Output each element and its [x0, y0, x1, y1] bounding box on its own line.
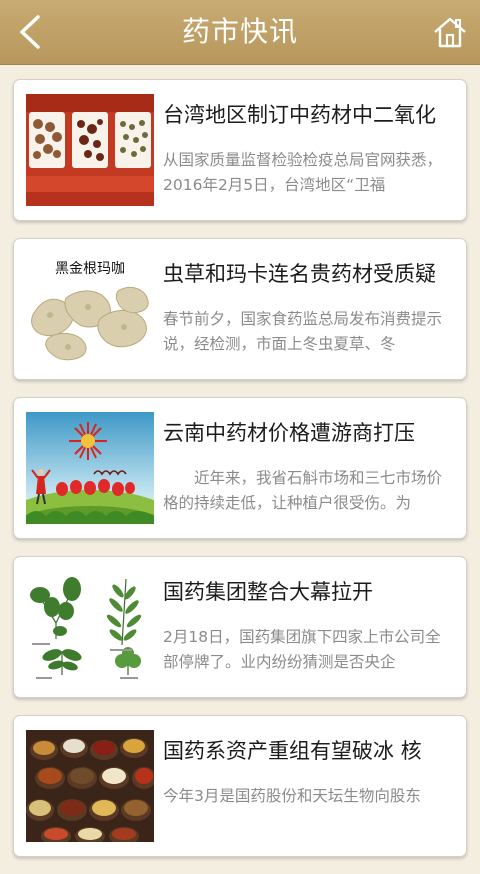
news-title: 台湾地区制订中药材中二氧化 — [163, 103, 436, 127]
header-bar: 药市快讯 — [0, 0, 480, 65]
news-title: 虫草和玛卡连名贵药材受质疑 — [163, 262, 436, 286]
news-item[interactable]: 黑金根玛咖 虫草和玛卡连名贵药材受质疑 春节前夕，国家食药监总局发布消费提示说，… — [13, 238, 467, 380]
news-description: 春节前夕，国家食药监总局发布消费提示说，经检测，市面上冬虫夏草、冬 — [163, 310, 443, 353]
news-description: 今年3月是国药股份和天坛生物向股东 — [163, 787, 421, 805]
home-icon[interactable] — [432, 14, 468, 50]
news-title: 云南中药材价格遭游商打压 — [163, 421, 415, 445]
news-list: 台湾地区制订中药材中二氧化 从国家质量监督检验检疫总局官网获悉，2016年2月5… — [13, 79, 467, 874]
news-item[interactable]: 国药集团整合大幕拉开 2月18日，国药集团旗下四家上市公司全部停牌了。业内纷纷猜… — [13, 556, 467, 698]
black-maca-photo: 黑金根玛咖 — [26, 253, 154, 365]
news-description: 从国家质量监督检验检疫总局官网获悉，2016年2月5日，台湾地区“卫福 — [163, 151, 443, 194]
news-item[interactable]: 国药系资产重组有望破冰 核 今年3月是国药股份和天坛生物向股东 — [13, 715, 467, 857]
news-item[interactable]: 台湾地区制订中药材中二氧化 从国家质量监督检验检疫总局官网获悉，2016年2月5… — [13, 79, 467, 221]
news-description: 近年来，我省石斛市场和三七市场价格的持续走低，让种植户很受伤。为 — [163, 469, 443, 512]
herbal-slices-photo — [26, 94, 154, 206]
news-item[interactable]: 云南中药材价格遭游商打压 近年来，我省石斛市场和三七市场价格的持续走低，让种植户… — [13, 397, 467, 539]
news-description: 2月18日，国药集团旗下四家上市公司全部停牌了。业内纷纷猜测是否央企 — [163, 628, 441, 671]
page-title: 药市快讯 — [181, 15, 298, 48]
image-caption: 黑金根玛咖 — [55, 261, 125, 277]
spice-bowls-photo — [26, 730, 154, 842]
herbal-garden-illustration — [26, 412, 154, 524]
news-title: 国药系资产重组有望破冰 核 — [163, 739, 422, 763]
herb-botanical-drawing — [26, 571, 154, 683]
news-title: 国药集团整合大幕拉开 — [163, 580, 373, 604]
